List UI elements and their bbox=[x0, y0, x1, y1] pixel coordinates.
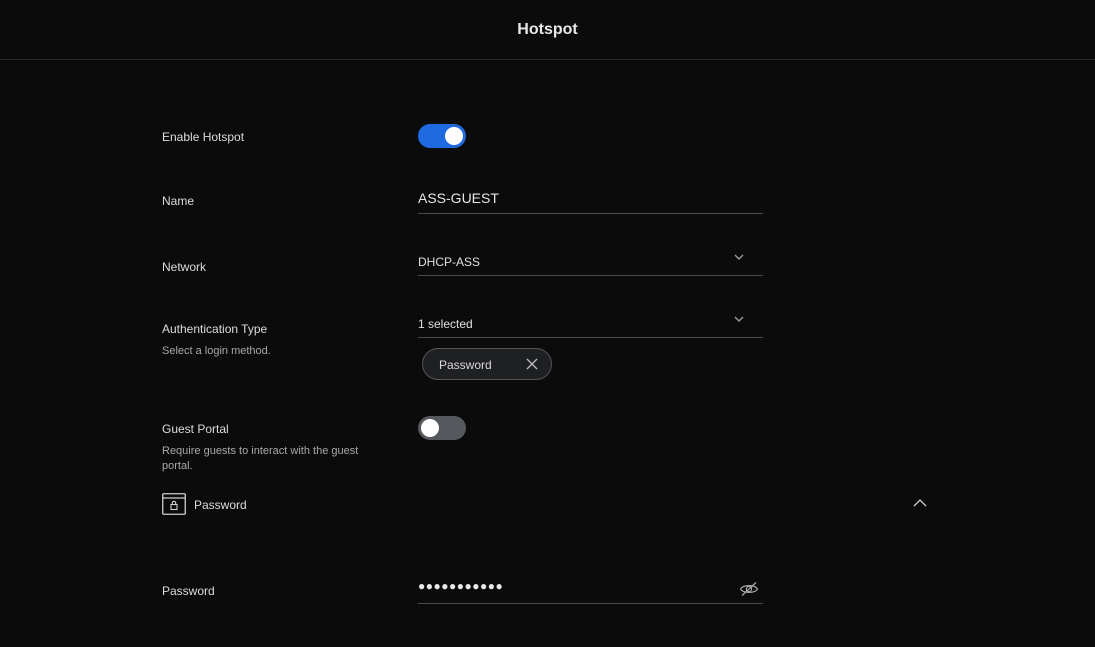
lock-window-icon bbox=[162, 493, 186, 515]
chevron-down-icon bbox=[734, 254, 744, 260]
password-field-container: ●●●●●●●●●●● bbox=[418, 576, 763, 604]
chevron-up-icon[interactable] bbox=[912, 497, 928, 509]
auth-chip-password: Password bbox=[422, 348, 552, 380]
toggle-knob bbox=[445, 127, 463, 145]
enable-hotspot-label: Enable Hotspot bbox=[162, 130, 245, 144]
network-label: Network bbox=[162, 260, 207, 274]
guest-portal-label: Guest Portal bbox=[162, 422, 229, 436]
toggle-knob bbox=[421, 419, 439, 437]
chevron-down-icon bbox=[734, 316, 744, 322]
auth-type-description: Select a login method. bbox=[162, 345, 271, 357]
enable-hotspot-toggle[interactable] bbox=[418, 124, 466, 148]
chip-label: Password bbox=[439, 358, 492, 372]
network-value: DHCP-ASS bbox=[418, 255, 481, 269]
name-input[interactable] bbox=[418, 186, 763, 210]
eye-off-icon[interactable] bbox=[739, 581, 759, 597]
guest-portal-toggle[interactable] bbox=[418, 416, 466, 440]
guest-portal-description: Require guests to interact with the gues… bbox=[162, 445, 359, 472]
name-field-container bbox=[418, 186, 763, 214]
name-label: Name bbox=[162, 194, 195, 208]
password-input[interactable]: ●●●●●●●●●●● bbox=[418, 579, 503, 593]
password-section-title: Password bbox=[194, 498, 247, 512]
password-label: Password bbox=[162, 584, 215, 598]
auth-type-value: 1 selected bbox=[418, 317, 473, 331]
close-icon[interactable] bbox=[525, 357, 539, 371]
auth-type-label: Authentication Type bbox=[162, 322, 268, 336]
page-header: Hotspot bbox=[0, 0, 1095, 60]
network-select[interactable]: DHCP-ASS bbox=[418, 250, 763, 276]
page-title: Hotspot bbox=[517, 20, 578, 38]
auth-type-select[interactable]: 1 selected bbox=[418, 312, 763, 338]
